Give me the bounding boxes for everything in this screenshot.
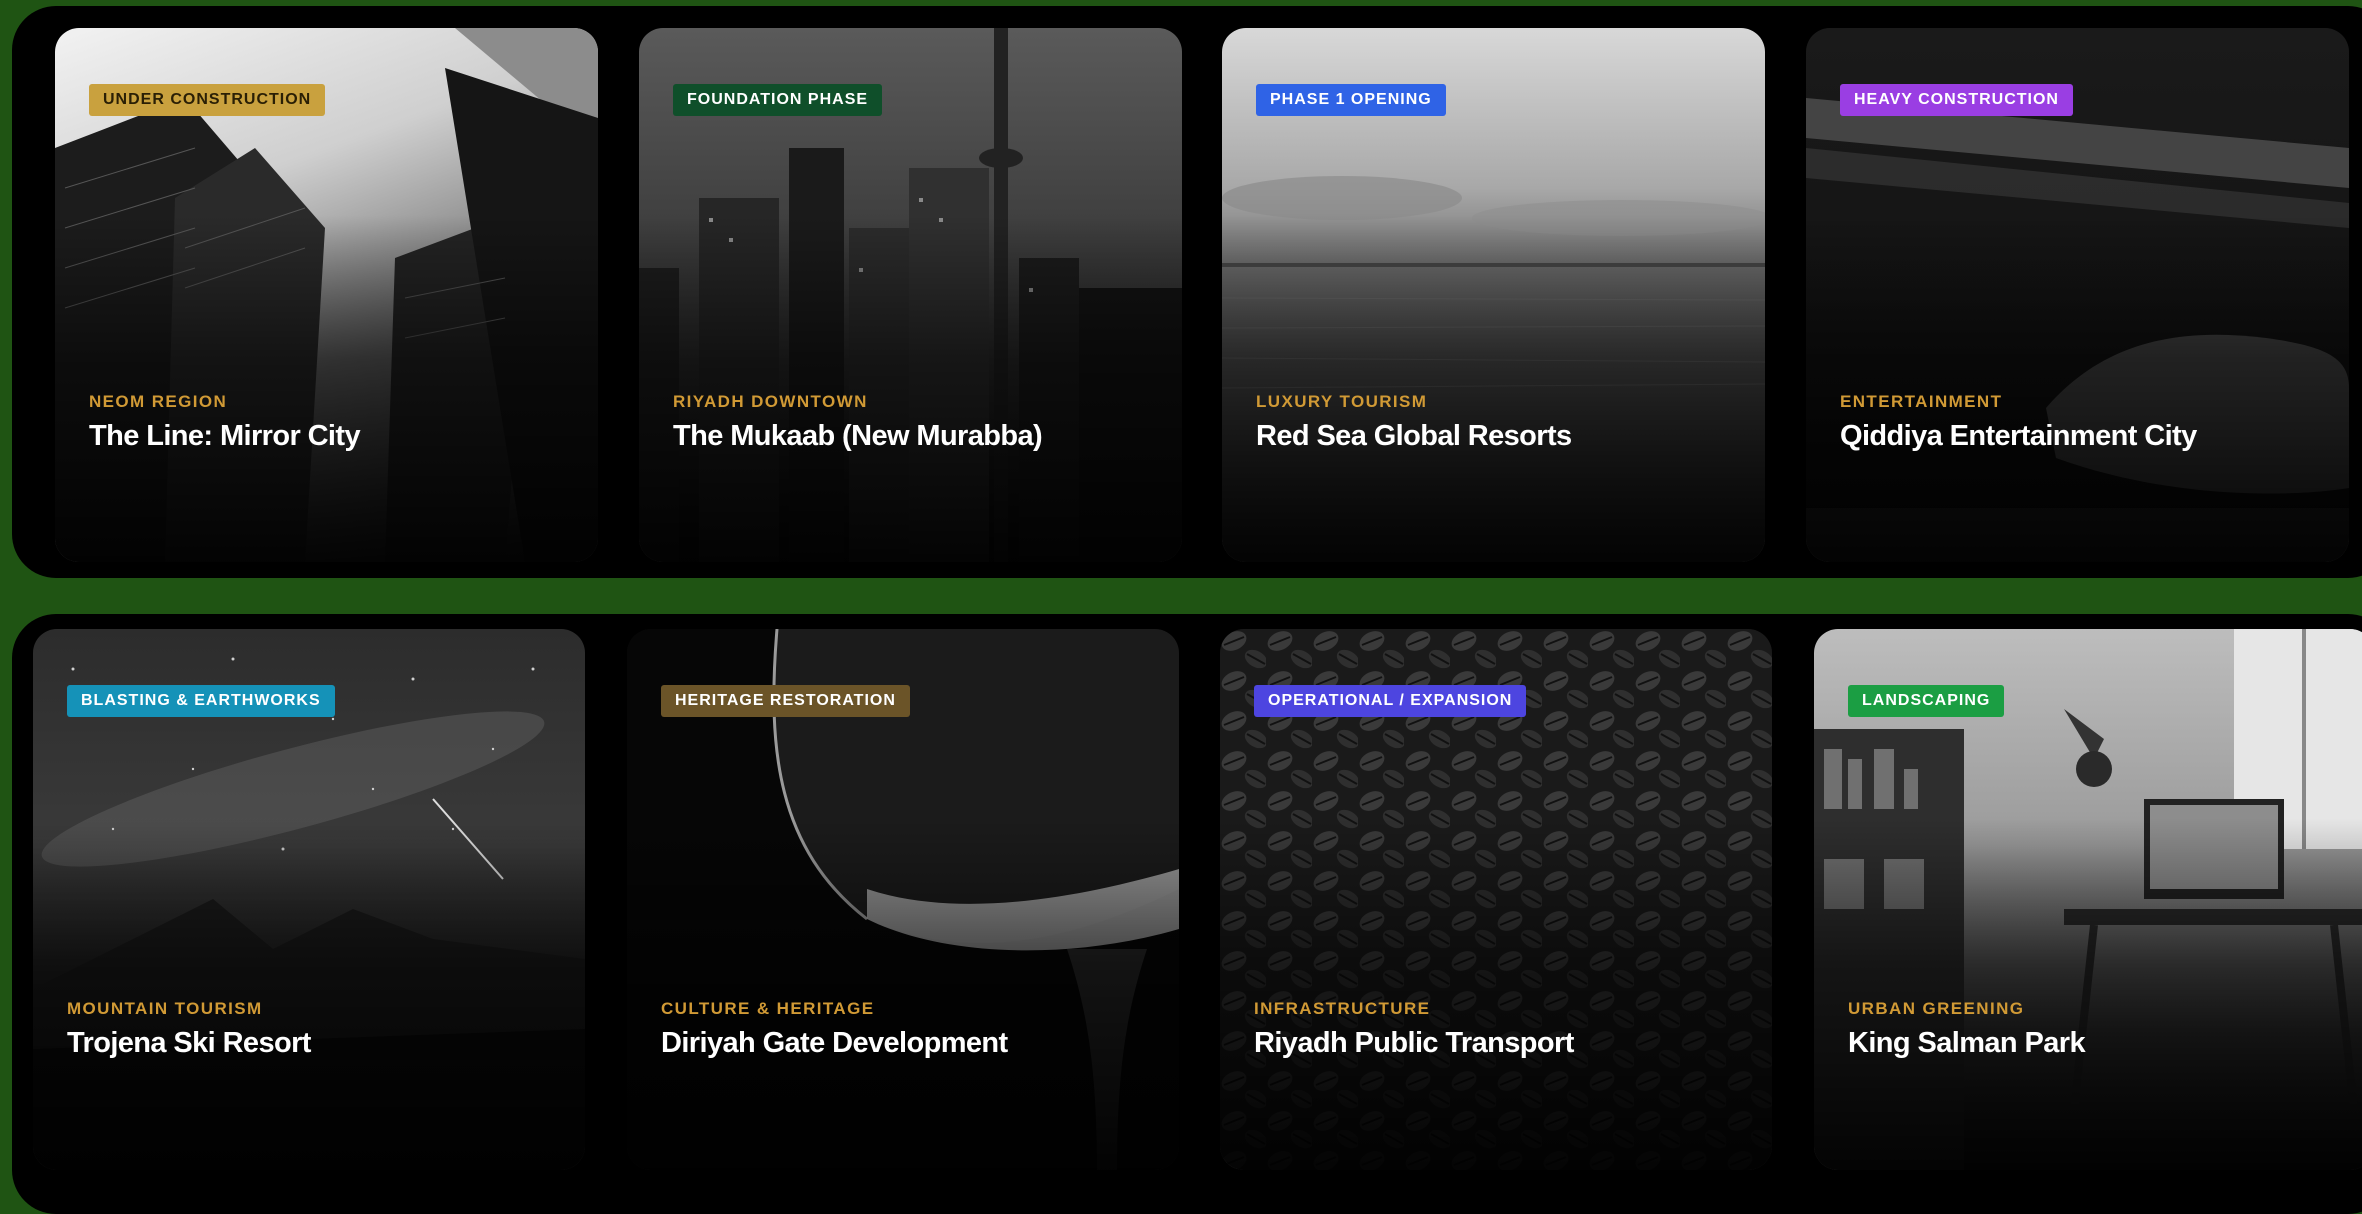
- project-category: RIYADH DOWNTOWN: [673, 392, 868, 411]
- project-category: MOUNTAIN TOURISM: [67, 999, 263, 1018]
- project-title[interactable]: Diriyah Gate Development: [661, 1027, 1008, 1060]
- project-card-qiddiya[interactable]: HEAVY CONSTRUCTION ENTERTAINMENT Qiddiya…: [1806, 28, 2349, 562]
- project-category: INFRASTRUCTURE: [1254, 999, 1431, 1018]
- project-category: CULTURE & HERITAGE: [661, 999, 875, 1018]
- project-card-riyadh-transport[interactable]: OPERATIONAL / EXPANSION INFRASTRUCTURE R…: [1220, 629, 1772, 1170]
- project-title[interactable]: The Line: Mirror City: [89, 420, 361, 453]
- status-badge: PHASE 1 OPENING: [1256, 84, 1446, 116]
- project-card-diriyah-gate[interactable]: HERITAGE RESTORATION CULTURE & HERITAGE …: [627, 629, 1179, 1170]
- project-title[interactable]: Riyadh Public Transport: [1254, 1027, 1574, 1060]
- project-title[interactable]: Red Sea Global Resorts: [1256, 420, 1572, 453]
- project-title[interactable]: Trojena Ski Resort: [67, 1027, 311, 1060]
- project-card-red-sea-global[interactable]: PHASE 1 OPENING LUXURY TOURISM Red Sea G…: [1222, 28, 1765, 562]
- project-card-the-line[interactable]: UNDER CONSTRUCTION NEOM REGION The Line:…: [55, 28, 598, 562]
- project-card-king-salman-park[interactable]: LANDSCAPING URBAN GREENING King Salman P…: [1814, 629, 2362, 1170]
- status-badge: UNDER CONSTRUCTION: [89, 84, 326, 116]
- project-category: LUXURY TOURISM: [1256, 392, 1428, 411]
- projects-row-1: UNDER CONSTRUCTION NEOM REGION The Line:…: [12, 6, 2362, 578]
- status-badge: LANDSCAPING: [1848, 685, 2005, 717]
- project-category: URBAN GREENING: [1848, 999, 2025, 1018]
- project-category: ENTERTAINMENT: [1840, 392, 2003, 411]
- status-badge: HEAVY CONSTRUCTION: [1840, 84, 2073, 116]
- projects-row-2: BLASTING & EARTHWORKS MOUNTAIN TOURISM T…: [12, 614, 2362, 1214]
- project-title[interactable]: King Salman Park: [1848, 1027, 2086, 1060]
- status-badge: BLASTING & EARTHWORKS: [67, 685, 335, 717]
- project-title[interactable]: Qiddiya Entertainment City: [1840, 420, 2197, 453]
- project-card-the-mukaab[interactable]: FOUNDATION PHASE RIYADH DOWNTOWN The Muk…: [639, 28, 1182, 562]
- project-title[interactable]: The Mukaab (New Murabba): [673, 420, 1043, 453]
- status-badge: OPERATIONAL / EXPANSION: [1254, 685, 1527, 717]
- status-badge: HERITAGE RESTORATION: [661, 685, 910, 717]
- status-badge: FOUNDATION PHASE: [673, 84, 883, 116]
- project-category: NEOM REGION: [89, 392, 228, 411]
- project-card-trojena[interactable]: BLASTING & EARTHWORKS MOUNTAIN TOURISM T…: [33, 629, 585, 1170]
